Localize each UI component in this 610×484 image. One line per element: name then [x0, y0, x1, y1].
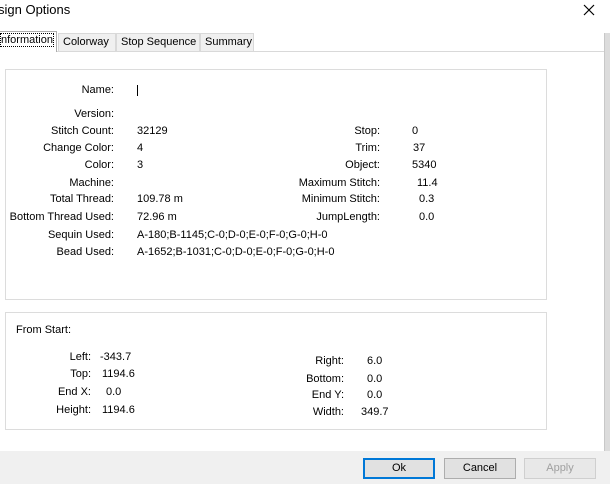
maximum-stitch-label: Maximum Stitch: [298, 177, 380, 189]
end-y-value: 0.0 [367, 389, 383, 401]
stitch-count-label: Stitch Count: [51, 125, 114, 137]
tab-information[interactable]: nformation [0, 31, 57, 52]
color-value: 3 [137, 159, 144, 171]
trim-label: Trim: [355, 142, 380, 154]
object-value: 5340 [412, 159, 437, 171]
bottom-label: Bottom: [306, 373, 344, 385]
tab-colorway-label: Colorway [63, 36, 109, 48]
top-value: 1194.6 [102, 368, 135, 380]
top-label: Top: [70, 368, 91, 380]
total-thread-value: 109.78 m [137, 193, 183, 205]
window-title: sign Options [0, 2, 71, 17]
height-label: Height: [56, 404, 91, 416]
color-label: Color: [84, 159, 114, 171]
name-input[interactable] [135, 82, 335, 98]
bead-used-label: Bead Used: [56, 246, 114, 258]
right-value: 6.0 [367, 355, 383, 367]
minimum-stitch-label: Minimum Stitch: [301, 193, 380, 205]
ok-button[interactable]: Ok [363, 458, 435, 479]
end-x-value: 0.0 [106, 386, 122, 398]
version-label: Version: [74, 108, 114, 120]
maximum-stitch-value: 11.4 [417, 177, 438, 189]
bottom-value: 0.0 [367, 373, 383, 385]
tab-information-label: nformation [0, 33, 54, 47]
left-value: -343.7 [100, 351, 132, 363]
tab-bar-divider [0, 51, 604, 52]
object-label: Object: [345, 159, 380, 171]
tab-summary-label: Summary [205, 36, 253, 48]
bottom-thread-label: Bottom Thread Used: [9, 211, 114, 223]
button-bar [0, 451, 610, 484]
minimum-stitch-value: 0.3 [419, 193, 435, 205]
width-value: 349.7 [361, 406, 389, 418]
stop-value: 0 [412, 125, 419, 137]
jump-length-label: JumpLength: [316, 211, 380, 223]
tab-stop-sequence[interactable]: Stop Sequence [116, 33, 200, 51]
stitch-count-value: 32129 [137, 125, 168, 137]
change-color-value: 4 [137, 142, 144, 154]
apply-button[interactable]: Apply [524, 458, 596, 479]
machine-label: Machine: [69, 177, 114, 189]
total-thread-label: Total Thread: [49, 193, 114, 205]
from-start-heading: From Start: [16, 324, 72, 336]
bead-used-value: A-1652;B-1031;C-0;D-0;E-0;F-0;G-0;H-0 [137, 246, 335, 258]
height-value: 1194.6 [102, 404, 135, 416]
tab-stop-sequence-label: Stop Sequence [121, 36, 197, 48]
cancel-button[interactable]: Cancel [444, 458, 516, 479]
width-label: Width: [312, 406, 344, 418]
end-x-label: End X: [57, 386, 91, 398]
change-color-label: Change Color: [43, 142, 114, 154]
close-button[interactable] [576, 0, 602, 20]
end-y-label: End Y: [311, 389, 344, 401]
left-label: Left: [69, 351, 91, 363]
name-label: Name: [81, 84, 114, 96]
jump-length-value: 0.0 [419, 211, 435, 223]
sequin-used-label: Sequin Used: [47, 229, 114, 241]
window-edge [604, 33, 610, 451]
tab-summary[interactable]: Summary [200, 33, 254, 51]
close-icon [583, 4, 595, 16]
tab-colorway[interactable]: Colorway [58, 33, 116, 51]
right-label: Right: [315, 355, 344, 367]
bottom-thread-value: 72.96 m [137, 211, 177, 223]
sequin-used-value: A-180;B-1145;C-0;D-0;E-0;F-0;G-0;H-0 [137, 229, 328, 241]
trim-value: 37 [413, 142, 426, 154]
stop-label: Stop: [354, 125, 380, 137]
